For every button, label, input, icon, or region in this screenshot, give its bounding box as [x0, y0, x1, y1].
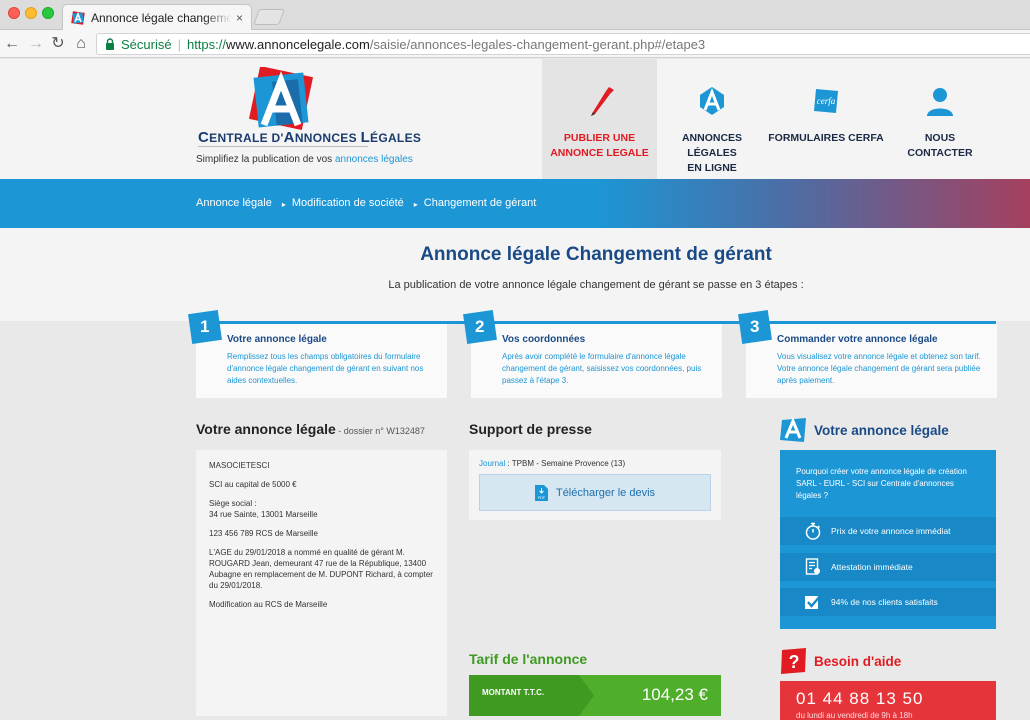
tarif-heading: Tarif de l'annonce: [469, 651, 588, 667]
step-title: Vos coordonnées: [502, 334, 586, 345]
annonce-line-modification: Modification au RCS de Marseille: [209, 600, 328, 609]
breadcrumb-separator-icon: ▸: [413, 200, 418, 209]
cerfa-icon: cerfa: [814, 89, 838, 113]
help-heading: ? Besoin d'aide: [780, 647, 901, 675]
nav-item-contact[interactable]: NOUS CONTACTER: [885, 59, 995, 179]
pdf-download-icon: PDF: [534, 484, 548, 501]
check-icon: [805, 594, 822, 609]
tab-close-icon[interactable]: ×: [236, 11, 243, 25]
annonce-line-capital: SCI au capital de 5000 €: [209, 480, 297, 489]
logo-wordmark[interactable]: CENTRALE D'ANNONCES LÉGALES: [198, 129, 421, 146]
stopwatch-icon: [805, 522, 821, 540]
help-hours: du lundi au vendredi de 9h à 18h: [796, 711, 913, 720]
logo-divider: [198, 146, 368, 147]
tarif-label: MONTANT T.T.C.: [482, 688, 545, 697]
step-card-3: 3 Commander votre annonce légale Vous vi…: [738, 310, 997, 398]
nav-label: ANNONCES LÉGALES EN LIGNE: [681, 132, 743, 174]
url-separator: |: [177, 36, 181, 52]
secure-label: Sécurisé: [121, 36, 172, 52]
site-logo-icon[interactable]: [246, 67, 316, 135]
back-arrow-icon[interactable]: ←: [2, 34, 22, 54]
breadcrumb-band: Annonce légale ▸ Modification de société…: [0, 179, 1030, 228]
annonce-line-rcs: 123 456 789 RCS de Marseille: [209, 529, 318, 538]
address-bar[interactable]: Sécurisé | https:// www.annoncelegale.co…: [96, 33, 1030, 55]
svg-text:PDF: PDF: [538, 496, 545, 500]
step-card-2: 2 Vos coordonnées Après avoir complété l…: [463, 310, 722, 398]
home-icon[interactable]: ⌂: [71, 34, 91, 54]
breadcrumb-item-current[interactable]: Changement de gérant: [424, 196, 537, 209]
nav-item-annonces-en-ligne[interactable]: ANNONCES LÉGALES EN LIGNE: [657, 59, 767, 179]
forward-arrow-icon[interactable]: →: [26, 34, 46, 54]
annonce-heading: Votre annonce légale - dossier n° W13248…: [196, 421, 425, 437]
tarif-box: MONTANT T.T.C. 104,23 €: [469, 675, 721, 716]
presse-card: Journal : TPBM - Semaine Provence (13) P…: [469, 450, 721, 520]
download-devis-button[interactable]: PDF Télécharger le devis: [479, 474, 711, 511]
annonce-line-siege: Siège social : 34 rue Sainte, 13001 Mars…: [209, 499, 318, 519]
reload-icon[interactable]: ↻: [48, 34, 68, 54]
breadcrumb-item[interactable]: Modification de société: [292, 196, 404, 209]
intro-section: Annonce légale Changement de gérant La p…: [0, 228, 1030, 321]
site-favicon-icon: [71, 10, 85, 25]
page-title: Annonce légale Changement de gérant: [420, 244, 772, 265]
sidebar-feature-prix: Prix de votre annonce immédiat: [780, 517, 996, 545]
sidebar-intro: Pourquoi créer votre annonce légale de c…: [796, 467, 967, 500]
url-host: www.annoncelegale.com: [226, 36, 370, 52]
breadcrumb: Annonce légale ▸ Modification de société…: [196, 196, 537, 210]
svg-text:?: ?: [789, 652, 800, 672]
annonce-logo-icon: [700, 87, 724, 115]
page-subtitle: La publication de votre annonce légale c…: [388, 279, 804, 291]
step-text: Vous visualisez votre annonce légale et …: [777, 352, 981, 385]
pencil-icon: [590, 87, 614, 116]
dossier-number: - dossier n° W132487: [335, 426, 425, 436]
sidebar-panel: Pourquoi créer votre annonce légale de c…: [780, 450, 996, 629]
sidebar-feature-satisfaction: 94% de nos clients satisfaits: [780, 588, 996, 616]
tarif-amount: 104,23 €: [641, 685, 708, 704]
step-title: Commander votre annonce légale: [777, 334, 938, 345]
main-nav: PUBLIER UNE ANNONCE LEGALE ANNONCES LÉGA…: [542, 59, 995, 179]
certificate-icon: [805, 558, 820, 575]
window-zoom-button[interactable]: [42, 7, 54, 19]
step-title: Votre annonce légale: [227, 334, 327, 345]
breadcrumb-separator-icon: ▸: [281, 200, 286, 209]
sidebar-feature-attestation: Attestation immédiate: [780, 553, 996, 581]
browser-toolbar: ← → ↻ ⌂ Sécurisé | https:// www.annoncel…: [0, 30, 1030, 58]
step-number-badge: 1: [188, 310, 222, 344]
nav-label: PUBLIER UNE ANNONCE LEGALE: [550, 132, 649, 159]
window-minimize-button[interactable]: [25, 7, 37, 19]
download-devis-label: Télécharger le devis: [555, 486, 656, 499]
browser-tab-title: Annonce légale changement de gérant: [91, 10, 232, 25]
step-text: Remplissez tous les champs obligatoires …: [227, 352, 424, 385]
browser-tab-active[interactable]: Annonce légale changement de gérant ×: [62, 4, 252, 30]
window-close-button[interactable]: [8, 7, 20, 19]
user-icon: [927, 88, 953, 116]
annonce-logo-icon: [780, 417, 806, 442]
help-title: Besoin d'aide: [814, 653, 902, 669]
nav-item-publier[interactable]: PUBLIER UNE ANNONCE LEGALE: [542, 59, 657, 179]
svg-text:cerfa: cerfa: [817, 96, 836, 106]
sidebar-title: Votre annonce légale: [814, 422, 949, 438]
step-card-1: 1 Votre annonce légale Remplissez tous l…: [188, 310, 447, 398]
sidebar-heading: Votre annonce légale: [780, 416, 949, 444]
lock-icon: [106, 38, 114, 50]
nav-label: FORMULAIRES CERFA: [768, 132, 884, 144]
presse-heading: Support de presse: [469, 421, 592, 437]
annonce-line-body: L'AGE du 29/01/2018 a nommé en qualité d…: [209, 548, 433, 590]
help-panel: 01 44 88 13 50 du lundi au vendredi de 9…: [780, 681, 996, 720]
help-phone-number[interactable]: 01 44 88 13 50: [796, 689, 923, 709]
nav-label: NOUS CONTACTER: [907, 132, 973, 159]
annonce-preview: MASOCIETESCI SCI au capital de 5000 € Si…: [196, 450, 447, 716]
breadcrumb-item[interactable]: Annonce légale: [196, 196, 272, 209]
new-tab-button[interactable]: [253, 9, 285, 25]
url-scheme: https://: [186, 36, 226, 52]
step-number-badge: 2: [463, 310, 497, 344]
url-path: /saisie/annonces-legales-changement-gera…: [369, 36, 706, 52]
browser-tab-strip: Annonce légale changement de gérant ×: [0, 0, 1030, 30]
step-number-badge: 3: [738, 310, 772, 344]
logo-tagline: Simplifiez la publication de vos annonce…: [196, 154, 413, 165]
step-text: Après avoir complété le formulaire d'ann…: [502, 352, 702, 385]
question-icon: ?: [781, 648, 806, 674]
journal-info: Journal : TPBM - Semaine Provence (13): [479, 459, 626, 468]
annonce-line-company: MASOCIETESCI: [209, 461, 270, 470]
nav-item-formulaires-cerfa[interactable]: cerfa FORMULAIRES CERFA: [767, 59, 885, 179]
